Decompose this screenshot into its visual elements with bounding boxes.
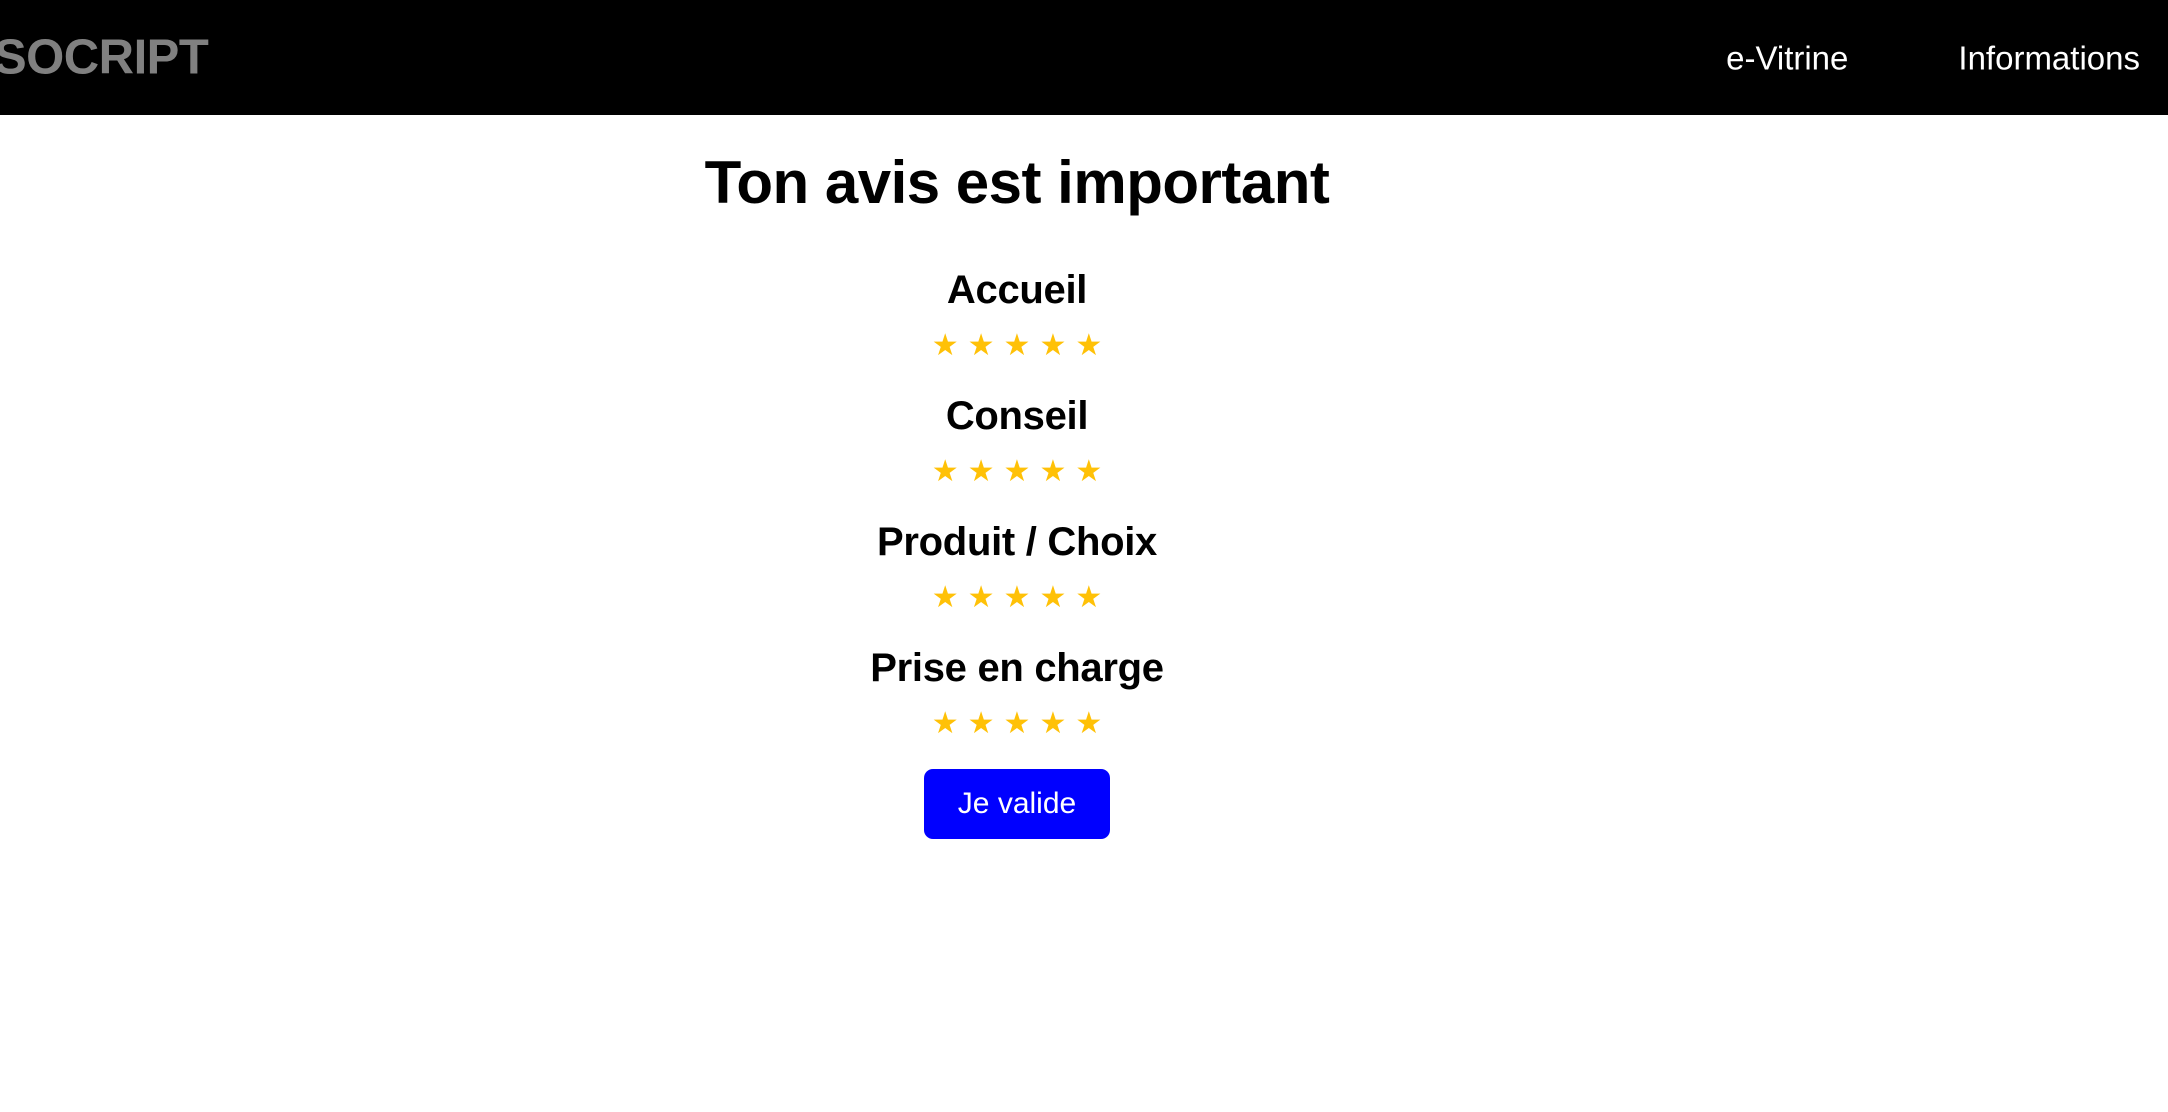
star-rating-prise-en-charge[interactable]: ★ ★ ★ ★ ★ xyxy=(0,709,2034,739)
rating-block-conseil: Conseil ★ ★ ★ ★ ★ xyxy=(0,391,2034,487)
star-icon[interactable]: ★ xyxy=(1004,583,1031,613)
star-icon[interactable]: ★ xyxy=(1075,583,1102,613)
star-icon[interactable]: ★ xyxy=(968,583,995,613)
rating-label: Accueil xyxy=(946,268,1088,312)
site-logo[interactable]: SOCRIPT xyxy=(0,33,209,82)
star-icon[interactable]: ★ xyxy=(1039,457,1066,487)
submit-button[interactable]: Je valide xyxy=(923,769,1111,839)
main-content: Ton avis est important Accueil ★ ★ ★ ★ ★… xyxy=(0,115,2168,839)
rating-block-prise-en-charge: Prise en charge ★ ★ ★ ★ ★ xyxy=(0,643,2034,739)
star-icon[interactable]: ★ xyxy=(1004,331,1031,361)
star-rating-conseil[interactable]: ★ ★ ★ ★ ★ xyxy=(0,457,2034,487)
star-icon[interactable]: ★ xyxy=(1075,331,1102,361)
primary-navigation: e-Vitrine Informations xyxy=(1726,41,2140,74)
star-icon[interactable]: ★ xyxy=(1039,583,1066,613)
nav-link-informations[interactable]: Informations xyxy=(1958,41,2140,74)
star-icon[interactable]: ★ xyxy=(968,709,995,739)
nav-link-e-vitrine[interactable]: e-Vitrine xyxy=(1726,41,1848,74)
star-icon[interactable]: ★ xyxy=(1004,457,1031,487)
site-header: SOCRIPT e-Vitrine Informations xyxy=(0,0,2168,115)
rating-block-produit-choix: Produit / Choix ★ ★ ★ ★ ★ xyxy=(0,517,2034,613)
star-icon[interactable]: ★ xyxy=(1004,709,1031,739)
star-rating-accueil[interactable]: ★ ★ ★ ★ ★ xyxy=(0,331,2034,361)
star-icon[interactable]: ★ xyxy=(932,709,959,739)
star-rating-produit-choix[interactable]: ★ ★ ★ ★ ★ xyxy=(0,583,2034,613)
star-icon[interactable]: ★ xyxy=(1075,457,1102,487)
rating-label: Prise en charge xyxy=(870,646,1164,690)
rating-block-accueil: Accueil ★ ★ ★ ★ ★ xyxy=(0,265,2034,361)
rating-list: Accueil ★ ★ ★ ★ ★ Conseil ★ ★ ★ ★ ★ Prod… xyxy=(0,265,2034,739)
submit-row: Je valide xyxy=(0,769,2034,839)
star-icon[interactable]: ★ xyxy=(932,583,959,613)
star-icon[interactable]: ★ xyxy=(932,331,959,361)
star-icon[interactable]: ★ xyxy=(1039,709,1066,739)
star-icon[interactable]: ★ xyxy=(932,457,959,487)
star-icon[interactable]: ★ xyxy=(1075,709,1102,739)
rating-label: Conseil xyxy=(945,394,1089,438)
star-icon[interactable]: ★ xyxy=(1039,331,1066,361)
page-title: Ton avis est important xyxy=(704,149,1330,216)
rating-label: Produit / Choix xyxy=(877,520,1157,564)
star-icon[interactable]: ★ xyxy=(968,457,995,487)
star-icon[interactable]: ★ xyxy=(968,331,995,361)
